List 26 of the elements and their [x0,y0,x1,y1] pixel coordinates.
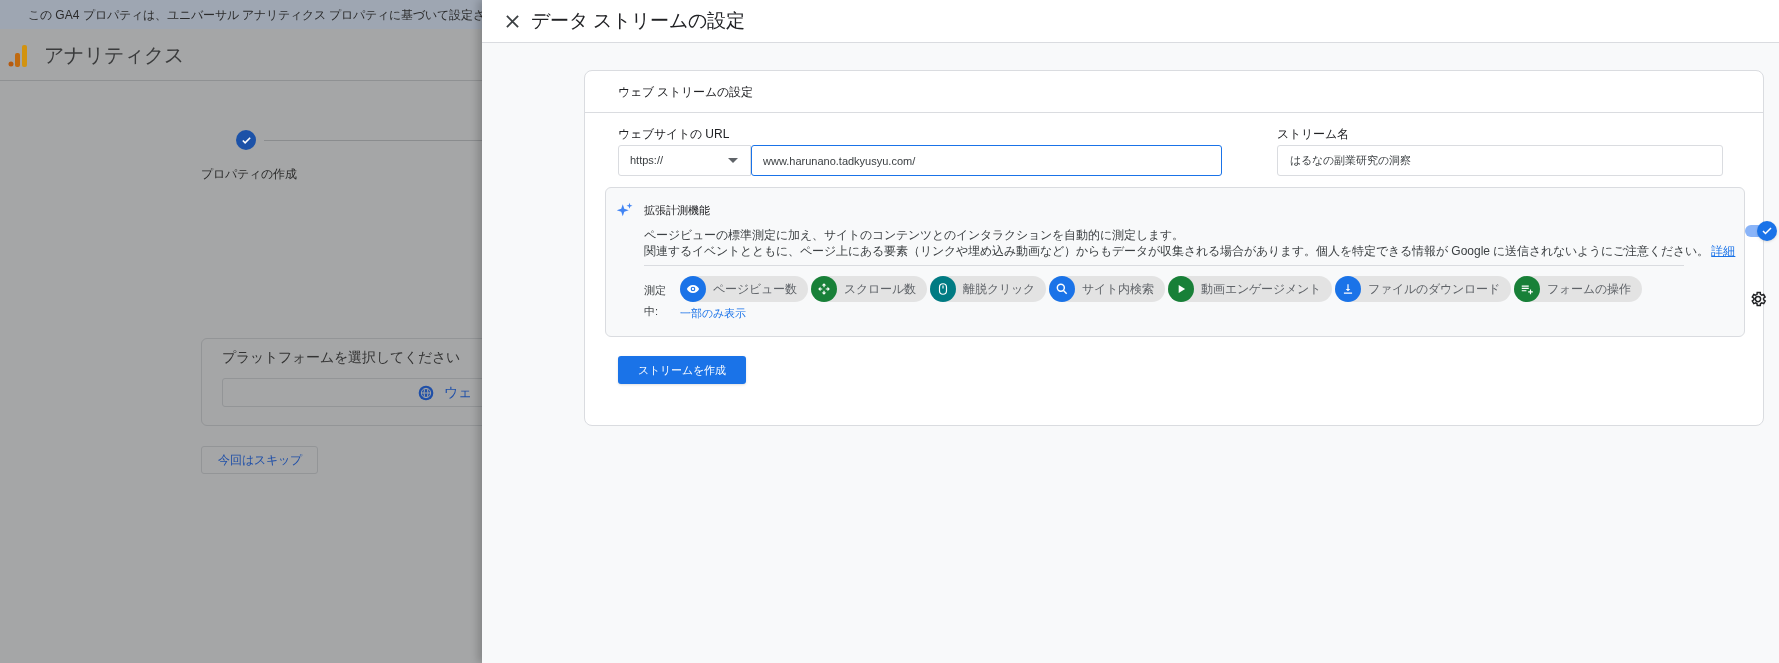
banner-text: この GA4 プロパティは、ユニバーサル アナリティクス プロパティに基づいて設定さ [28,6,482,24]
event-chip: 離脱クリック [930,275,1047,302]
show-less-link[interactable]: 一部のみ表示 [680,304,747,321]
platform-title: プラットフォームを選択してください [222,348,461,367]
event-chip: ページビュー数 [680,275,809,302]
event-chip: ファイルのダウンロード [1335,275,1512,302]
event-chip: スクロール数 [811,275,928,302]
url-label: ウェブサイトの URL [618,126,731,143]
protocol-dropdown[interactable]: https:// [618,145,751,176]
details-link[interactable]: 詳細 [1711,243,1736,258]
measuring-label: 測定中: [644,282,667,319]
enhanced-title: 拡張計測機能 [644,203,711,218]
card-title: ウェブ ストリームの設定 [618,83,754,101]
stream-name-input[interactable]: はるなの副業研究の洞察 [1277,145,1723,176]
panel-title: データ ストリームの設定 [531,8,746,33]
stream-name-label: ストリーム名 [1277,126,1350,143]
skip-button[interactable]: 今回はスキップ [201,446,318,474]
description-text: ページビューの標準測定に加え、サイトのコンテンツとのインタラクションを自動的に測定します。 [644,226,1185,243]
event-chip: 動画エンゲージメント [1168,275,1333,302]
description-text: 関連するイベントとともに、ページ上にある要素（リンクや埋め込み動画など）からもデータが収集される場合があります。個人を特定できる情報が Google に送信されないようにご注意ください。 詳細 [644,242,1736,259]
event-chip: サイト内検索 [1049,275,1166,302]
url-input[interactable]: www.harunano.tadkyusyu.com/ [751,145,1222,176]
app-title: アナリティクス [44,42,184,68]
create-stream-button[interactable]: ストリームを作成 [618,356,746,384]
event-chip: フォームの操作 [1514,275,1643,302]
step-label: プロパティの作成 [201,167,297,181]
